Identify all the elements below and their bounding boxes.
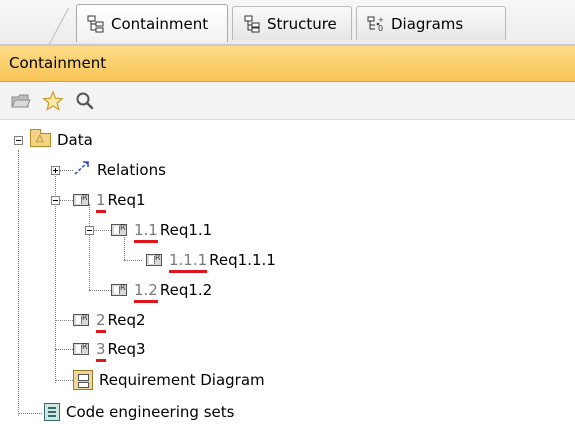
svg-text:+: +	[378, 16, 384, 24]
tree-node-label: Req1.2	[159, 281, 213, 299]
requirement-number: 1	[96, 191, 106, 213]
tree-node-requirement-diagram[interactable]: Requirement Diagram	[73, 368, 265, 392]
tree-node-code-engineering-sets[interactable]: Code engineering sets	[44, 400, 234, 424]
tree-node-label: Requirement Diagram	[99, 371, 265, 389]
tree-node-label: Req2	[107, 311, 146, 329]
requirement-diagram-icon	[73, 370, 93, 390]
package-icon	[30, 129, 51, 147]
tree-connector	[59, 170, 73, 171]
requirement-icon	[111, 223, 127, 236]
requirement-number: 2	[96, 311, 106, 333]
requirement-number: 1.2	[134, 281, 158, 303]
tree-connector	[89, 204, 90, 290]
tree-connector	[89, 290, 111, 291]
tree-node-label: Data	[57, 131, 93, 149]
browser-toolbar	[0, 82, 575, 120]
tree-node-req1[interactable]: 1 Req1	[73, 188, 146, 213]
requirement-icon	[111, 283, 127, 296]
requirement-number: 1.1	[134, 221, 158, 243]
tab-label: Containment	[111, 14, 209, 33]
tree-node-req3[interactable]: 3 Req3	[73, 337, 146, 362]
relation-icon	[73, 160, 91, 180]
tree-connector	[59, 200, 73, 201]
tree-node-label: Req1.1	[159, 221, 213, 239]
open-folder-icon[interactable]	[10, 90, 32, 112]
tree-connector	[55, 380, 73, 381]
tree-connector	[93, 230, 111, 231]
tree-connector	[124, 260, 142, 261]
containment-tree: Data Relations 1 Req1 1.1 Req1.1 1.1.1 R…	[0, 120, 575, 422]
star-icon[interactable]	[42, 89, 64, 112]
tree-node-data[interactable]: Data	[30, 128, 93, 152]
tree-node-req1-1-1[interactable]: 1.1.1 Req1.1.1	[146, 248, 276, 273]
tab-structure[interactable]: Structure	[232, 6, 352, 40]
requirement-icon	[73, 313, 89, 326]
expand-relations-toggle[interactable]	[51, 166, 60, 175]
collapse-req1-1-toggle[interactable]	[85, 226, 94, 235]
tree-connector	[55, 320, 73, 321]
collapse-data-toggle[interactable]	[14, 136, 23, 145]
tab-diagrams[interactable]: 0 + Diagrams	[356, 6, 506, 40]
tree-connector	[18, 413, 42, 414]
structure-tree-icon	[243, 15, 261, 33]
tree-node-label: Req1.1.1	[209, 251, 276, 269]
requirement-icon	[73, 342, 89, 355]
tree-node-label: Relations	[97, 161, 166, 179]
tree-node-relations[interactable]: Relations	[73, 158, 166, 182]
requirement-icon	[146, 253, 162, 266]
tab-label: Diagrams	[391, 14, 464, 33]
tab-strip: Containment Structure 0 + Diagrams	[0, 0, 575, 46]
tree-node-label: Req3	[107, 340, 146, 358]
tree-node-req2[interactable]: 2 Req2	[73, 308, 146, 333]
collapse-req1-toggle[interactable]	[51, 196, 60, 205]
tree-node-req1-2[interactable]: 1.2 Req1.2	[111, 278, 213, 303]
svg-text:0: 0	[378, 24, 383, 33]
tree-connector	[18, 150, 19, 416]
tree-node-label: Code engineering sets	[66, 403, 235, 421]
code-engineering-sets-icon	[44, 403, 60, 421]
diagrams-tree-icon: 0 +	[367, 15, 385, 33]
containment-tree-icon	[87, 15, 105, 33]
tree-connector	[55, 349, 73, 350]
tab-containment[interactable]: Containment	[76, 4, 228, 42]
tab-label: Structure	[267, 14, 337, 33]
search-icon[interactable]	[74, 90, 96, 112]
tree-node-label: Req1	[107, 191, 146, 209]
requirement-icon	[73, 193, 89, 206]
requirement-number: 3	[96, 340, 106, 362]
requirement-number: 1.1.1	[169, 251, 208, 273]
tree-node-req1-1[interactable]: 1.1 Req1.1	[111, 218, 213, 243]
panel-title: Containment	[0, 46, 575, 82]
